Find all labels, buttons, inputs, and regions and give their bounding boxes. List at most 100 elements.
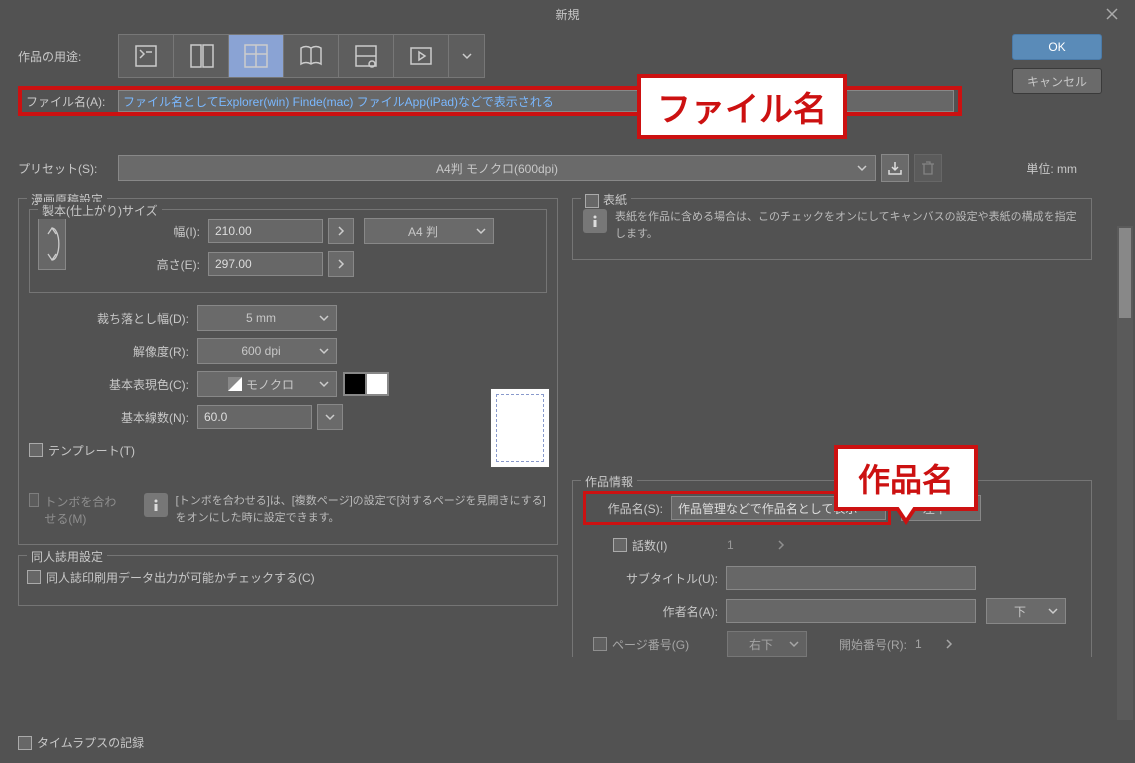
paper-value: A4 判 xyxy=(408,223,438,240)
preset-delete-button[interactable] xyxy=(914,154,942,182)
episode-value: 1 xyxy=(727,538,777,552)
info-icon xyxy=(583,209,607,233)
info-icon xyxy=(144,493,168,517)
timelapse-checkbox[interactable] xyxy=(18,736,32,750)
subtitle-label: サブタイトル(U): xyxy=(583,570,718,587)
cancel-button[interactable]: キャンセル xyxy=(1012,68,1102,94)
author-input[interactable] xyxy=(726,599,976,623)
chevron-right-icon xyxy=(945,638,953,650)
page-preview xyxy=(490,388,550,468)
close-icon xyxy=(1106,8,1118,20)
purpose-printing[interactable] xyxy=(339,35,394,77)
color-swatches[interactable] xyxy=(343,372,389,396)
rotate-icon xyxy=(43,224,61,264)
subtitle-input[interactable] xyxy=(726,566,976,590)
chevron-down-icon xyxy=(857,163,867,173)
paper-select[interactable]: A4 判 xyxy=(364,218,494,244)
color-select[interactable]: モノクロ xyxy=(197,371,337,397)
width-spin[interactable] xyxy=(328,218,354,244)
purpose-toolbar xyxy=(118,34,485,78)
template-label: テンプレート(T) xyxy=(48,442,135,459)
height-label: 高さ(E): xyxy=(80,256,200,273)
dpi-value: 600 dpi xyxy=(241,344,280,358)
template-checkbox[interactable] xyxy=(29,443,43,457)
timelapse-label: タイムラプスの記録 xyxy=(37,734,144,751)
startnum-value: 1 xyxy=(915,637,945,651)
filename-row: ファイル名(A): ファイル名 xyxy=(18,86,962,116)
purpose-animation[interactable] xyxy=(394,35,449,77)
trash-icon xyxy=(921,160,935,176)
author-pos-value: 下 xyxy=(1014,603,1026,620)
page-label: ページ番号(G) xyxy=(612,636,727,653)
chevron-down-icon xyxy=(319,313,329,323)
cover-legend: 表紙 xyxy=(581,191,631,208)
close-button[interactable] xyxy=(1089,0,1135,28)
chevron-down-icon xyxy=(789,639,799,649)
comic-icon xyxy=(242,42,270,70)
ok-button[interactable]: OK xyxy=(1012,34,1102,60)
book-icon xyxy=(297,42,325,70)
width-label: 幅(I): xyxy=(80,223,200,240)
work-name-label: 作品名(S): xyxy=(588,500,663,517)
lines-label: 基本線数(N): xyxy=(29,409,189,426)
unit-label: 単位: mm xyxy=(1026,160,1077,177)
preset-select[interactable]: A4判 モノクロ(600dpi) xyxy=(118,155,876,181)
scrollbar[interactable] xyxy=(1117,226,1133,720)
doujin-checkbox[interactable] xyxy=(27,570,41,584)
illustration-icon xyxy=(132,42,160,70)
height-spin[interactable] xyxy=(328,251,354,277)
doujin-settings: 同人誌用設定 同人誌印刷用データ出力が可能かチェックする(C) xyxy=(18,555,558,606)
page-pos-value: 右下 xyxy=(749,636,773,653)
binding-legend: 製本(仕上がり)サイズ xyxy=(38,202,162,219)
dpi-select[interactable]: 600 dpi xyxy=(197,338,337,364)
episode-checkbox[interactable] xyxy=(613,538,627,552)
chevron-down-icon xyxy=(476,226,486,236)
lines-input[interactable] xyxy=(197,405,312,429)
chevron-down-icon xyxy=(462,51,472,61)
dpi-label: 解像度(R): xyxy=(29,343,189,360)
preset-value: A4判 モノクロ(600dpi) xyxy=(436,160,558,177)
purpose-more[interactable] xyxy=(449,35,484,77)
crop-info: [トンボを合わせる]は、[複数ページ]の設定で[対するページを見開きにする]をオ… xyxy=(176,493,547,526)
episode-label: 話数(I) xyxy=(632,537,727,554)
cover-checkbox[interactable] xyxy=(585,194,599,208)
bleed-label: 裁ち落とし幅(D): xyxy=(29,310,189,327)
purpose-book[interactable] xyxy=(284,35,339,77)
doujin-legend: 同人誌用設定 xyxy=(27,548,107,565)
webtoon-icon xyxy=(187,42,215,70)
window-title: 新規 xyxy=(555,6,579,23)
chevron-right-icon xyxy=(337,225,345,237)
chevron-right-icon xyxy=(777,539,785,551)
preset-save-button[interactable] xyxy=(881,154,909,182)
purpose-label: 作品の用途: xyxy=(18,48,118,65)
purpose-comic[interactable] xyxy=(229,35,284,77)
crop-label: トンボを合わせる(M) xyxy=(44,493,123,527)
printing-icon xyxy=(352,42,380,70)
chevron-down-icon xyxy=(319,346,329,356)
work-info: 作品情報 作品名(S): 左下 話数(I) 1 サブタイトル(U): xyxy=(572,480,1092,657)
author-label: 作者名(A): xyxy=(583,603,718,620)
color-value: モノクロ xyxy=(246,376,294,393)
bleed-value: 5 mm xyxy=(246,311,276,325)
lines-spin[interactable] xyxy=(317,404,343,430)
crop-checkbox xyxy=(29,493,39,507)
purpose-webtoon[interactable] xyxy=(174,35,229,77)
width-input[interactable] xyxy=(208,219,323,243)
purpose-illustration[interactable] xyxy=(119,35,174,77)
chevron-down-icon xyxy=(1048,606,1058,616)
bleed-select[interactable]: 5 mm xyxy=(197,305,337,331)
orientation-toggle[interactable] xyxy=(38,218,66,270)
page-checkbox[interactable] xyxy=(593,637,607,651)
scrollbar-thumb[interactable] xyxy=(1119,228,1131,318)
chevron-down-icon xyxy=(319,379,329,389)
work-legend: 作品情報 xyxy=(581,473,637,490)
animation-icon xyxy=(407,42,435,70)
page-pos-select[interactable]: 右下 xyxy=(727,631,807,657)
startnum-label: 開始番号(R): xyxy=(817,636,907,653)
author-pos-select[interactable]: 下 xyxy=(986,598,1066,624)
cover-info: 表紙を作品に含める場合は、このチェックをオンにしてキャンバスの設定や表紙の構成を… xyxy=(615,209,1081,242)
height-input[interactable] xyxy=(208,252,323,276)
manga-settings: 漫画原稿設定 製本(仕上がり)サイズ 幅(I): xyxy=(18,198,558,545)
color-label: 基本表現色(C): xyxy=(29,376,189,393)
save-preset-icon xyxy=(887,160,903,176)
